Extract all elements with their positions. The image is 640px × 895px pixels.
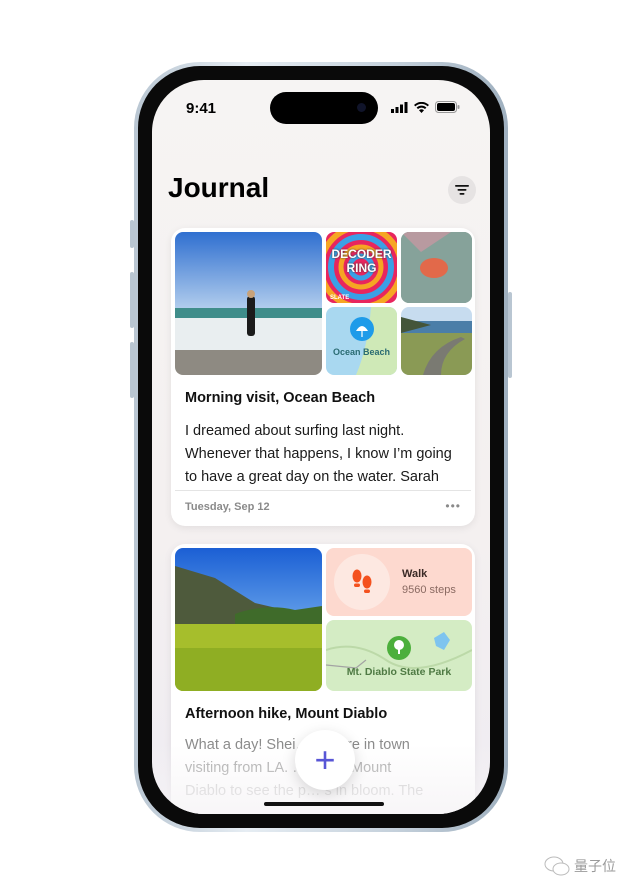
- wechat-icon: [544, 856, 570, 876]
- filter-lines-icon: [455, 185, 469, 195]
- home-indicator: [264, 802, 384, 806]
- podcast-artwork[interactable]: DECODER RING SLATE: [326, 232, 397, 303]
- volume-down-button: [130, 342, 134, 398]
- action-button: [130, 220, 134, 248]
- podcast-brand: SLATE: [330, 295, 350, 301]
- volume-up-button: [130, 272, 134, 328]
- watermark-text: 量子位: [574, 858, 616, 874]
- camera-icon: [357, 103, 366, 112]
- wifi-icon: [414, 101, 429, 113]
- more-options-button[interactable]: •••: [445, 499, 461, 513]
- meadow-photo-image: [175, 548, 322, 691]
- shell-photo-image: [401, 232, 472, 303]
- ocean-beach-map[interactable]: Ocean Beach: [326, 307, 397, 375]
- watermark: 量子位: [544, 856, 616, 876]
- page-title: Journal: [168, 172, 270, 203]
- beach-photo-image: [175, 232, 322, 375]
- divider: [175, 490, 471, 491]
- power-button: [508, 292, 512, 378]
- plus-icon: +: [314, 739, 336, 780]
- journal-entry-card[interactable]: DECODER RING SLATE Ocean Beach Morning v…: [171, 228, 475, 526]
- entry-body: I dreamed about surfing last night. When…: [185, 423, 452, 485]
- entry-date: Tuesday, Sep 12: [185, 501, 270, 513]
- map-label: Mt. Diablo State Park: [346, 666, 452, 678]
- activity-value: 9560 steps: [402, 584, 456, 596]
- beach-photo[interactable]: [175, 232, 322, 375]
- map-label: Ocean Beach: [332, 347, 391, 357]
- map-image: [326, 307, 397, 375]
- signal-icon: [391, 101, 408, 113]
- footprints-icon-circle: [334, 554, 390, 610]
- footprints-icon: [352, 569, 372, 593]
- screen: 9:41 Journal DECODER RING SLATE Ocean Be…: [152, 80, 490, 814]
- activity-label: Walk: [402, 568, 428, 580]
- park-map-image: [326, 620, 472, 691]
- meadow-photo[interactable]: [175, 548, 322, 691]
- mt-diablo-map[interactable]: Mt. Diablo State Park: [326, 620, 472, 691]
- entry-title: Afternoon hike, Mount Diablo: [185, 706, 388, 722]
- status-icons: [391, 101, 460, 113]
- walk-activity-card[interactable]: Walk 9560 steps: [326, 548, 472, 616]
- road-photo-image: [401, 307, 472, 375]
- shell-photo[interactable]: [401, 232, 472, 303]
- entry-title: Morning visit, Ocean Beach: [185, 390, 376, 406]
- iphone-frame: 9:41 Journal DECODER RING SLATE Ocean Be…: [130, 62, 512, 832]
- status-time: 9:41: [186, 100, 217, 117]
- battery-icon: [435, 101, 460, 113]
- podcast-title: DECODER RING: [331, 247, 392, 275]
- filter-button[interactable]: [448, 176, 476, 204]
- coast-road-photo[interactable]: [401, 307, 472, 375]
- new-entry-button[interactable]: +: [295, 730, 355, 790]
- dynamic-island: [270, 92, 378, 124]
